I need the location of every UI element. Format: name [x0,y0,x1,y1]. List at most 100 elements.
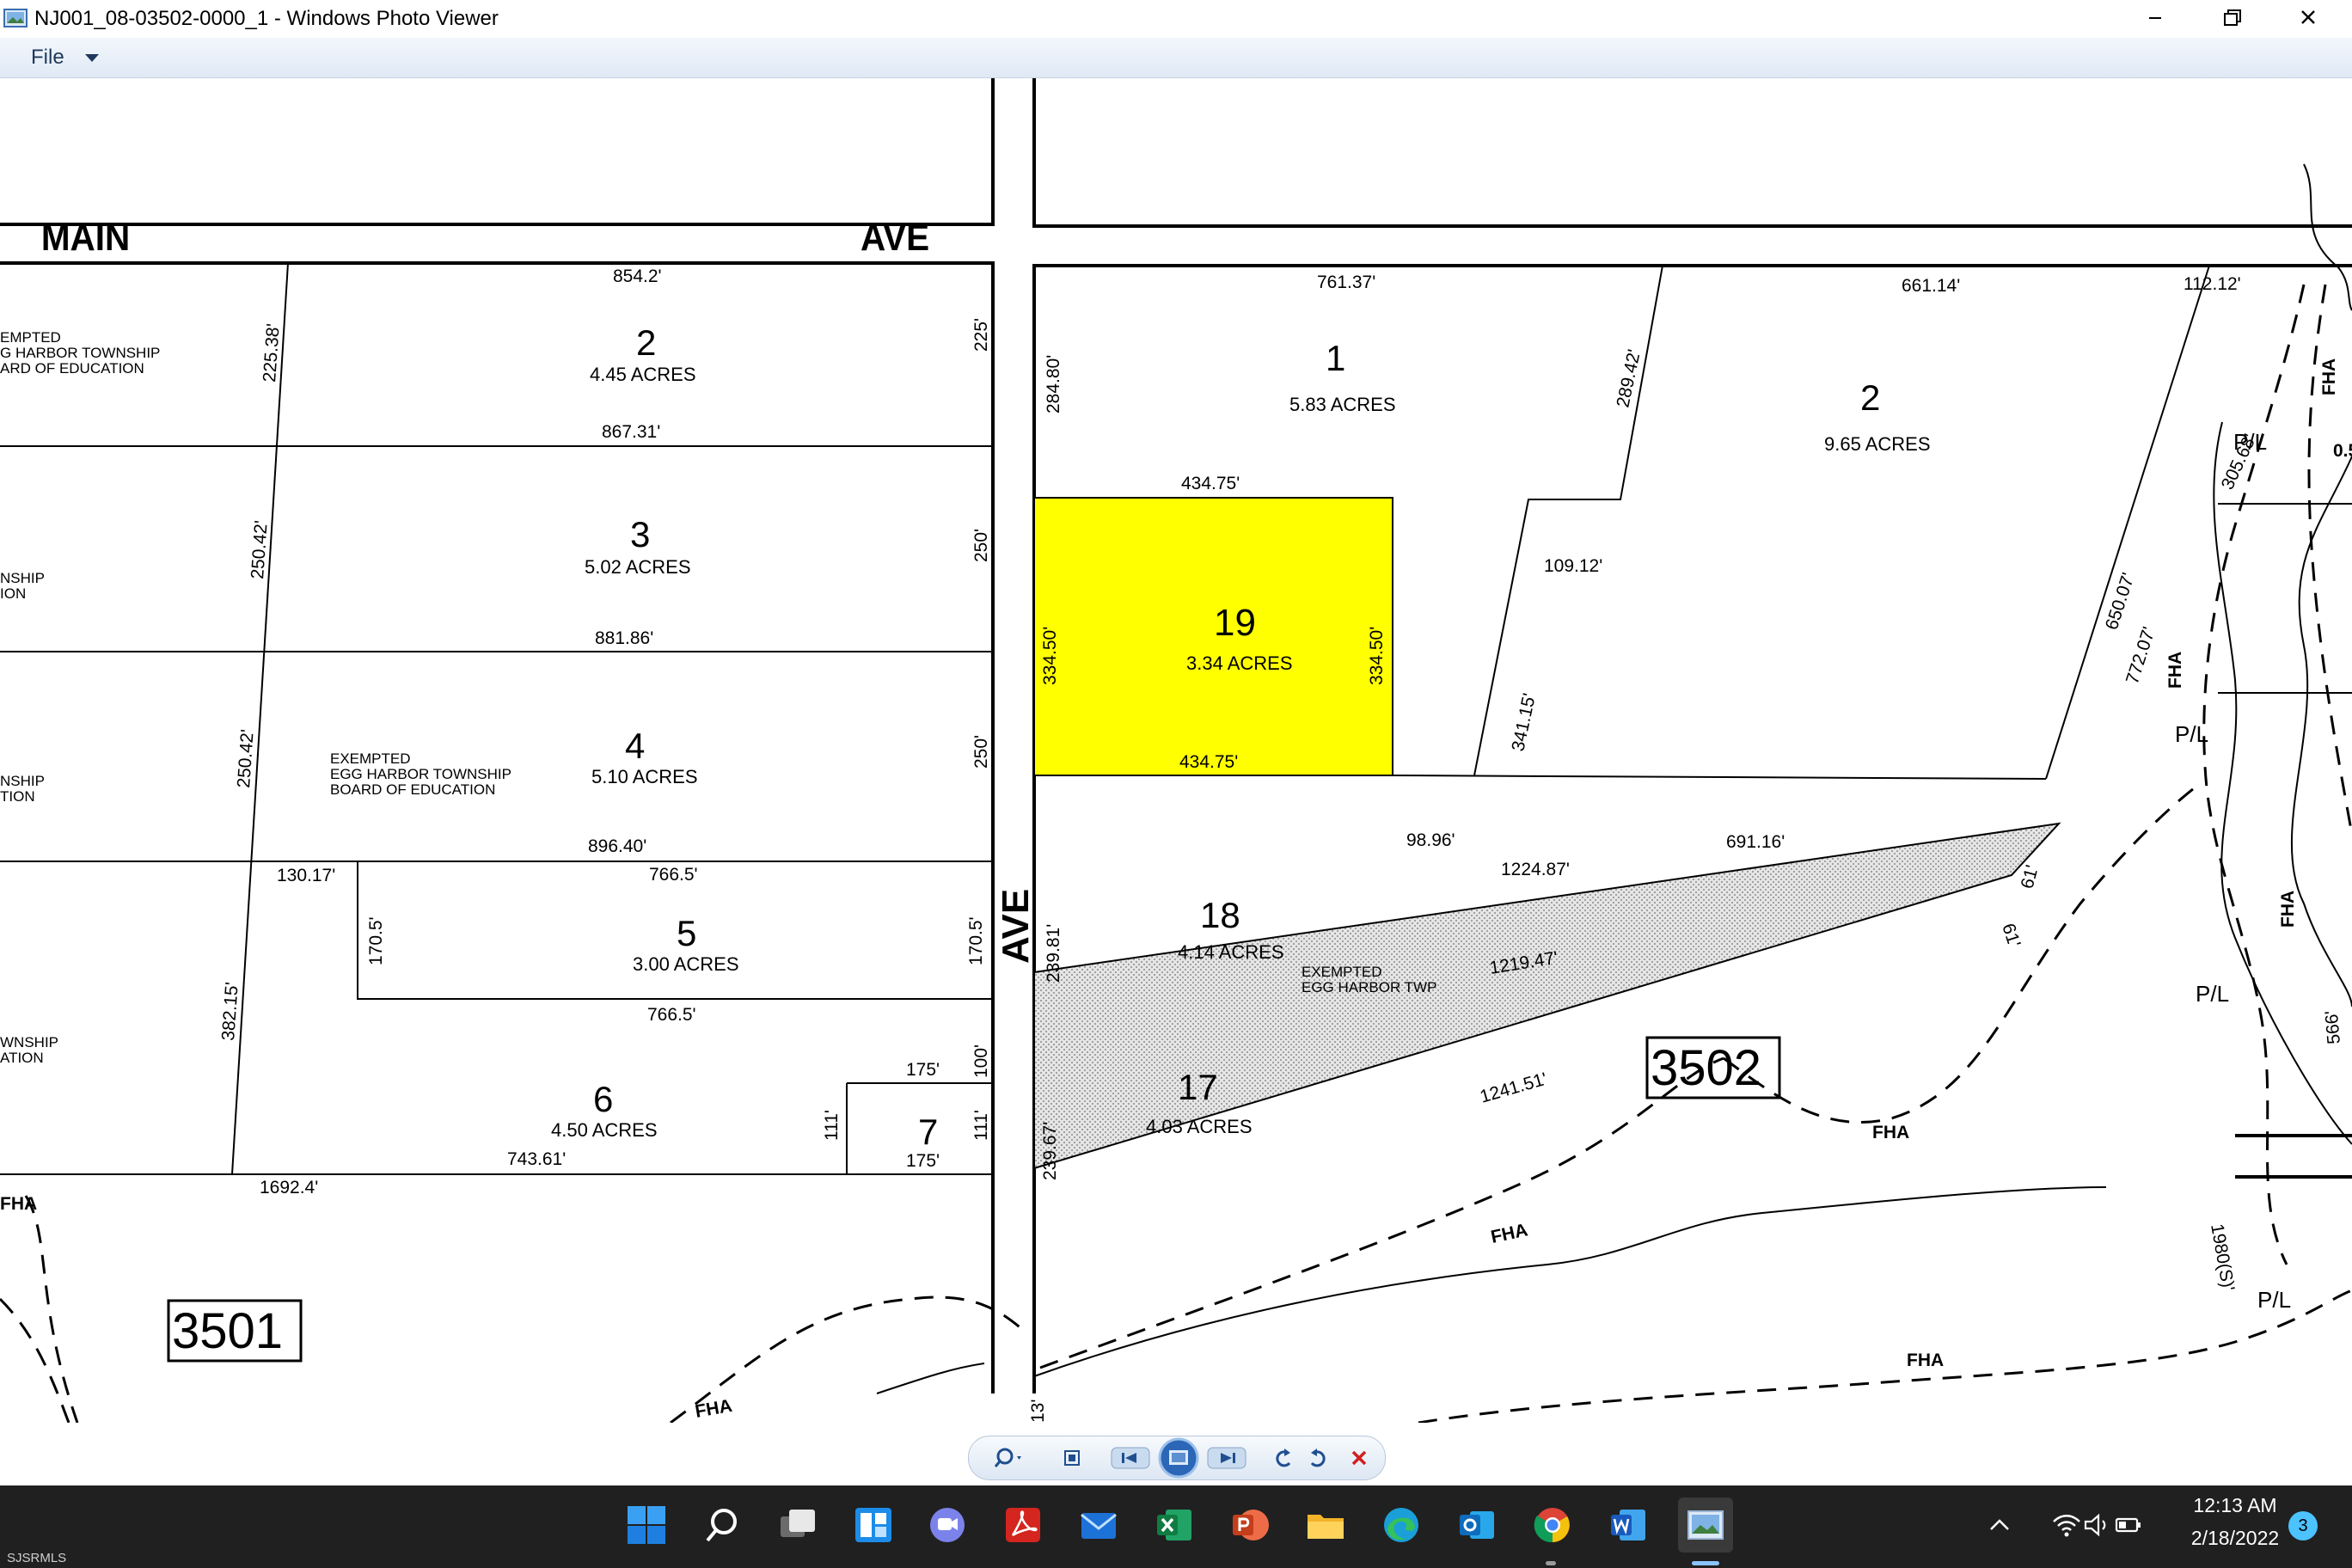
word-button[interactable] [1601,1498,1656,1553]
folder-icon [1308,1515,1344,1539]
clock-date: 2/18/2022 [2190,1527,2280,1549]
svg-text:61': 61' [2018,863,2043,891]
delete-button[interactable] [1342,1436,1376,1479]
edge-button[interactable] [1374,1498,1429,1553]
svg-text:130.17': 130.17' [277,866,335,885]
mail-button[interactable] [1071,1498,1126,1553]
rotate-ccw-icon [1276,1449,1291,1467]
svg-text:225.38': 225.38' [260,323,284,383]
svg-text:EXEMPTED: EXEMPTED [1302,964,1382,980]
svg-text:NSHIP: NSHIP [0,570,45,586]
svg-text:111': 111' [971,1110,991,1141]
lot-acres: 5.02 ACRES [585,556,691,578]
wifi-icon [2053,1515,2080,1537]
svg-text:170.5': 170.5' [366,916,386,965]
minimize-button[interactable] [2115,0,2192,38]
svg-text:250.42': 250.42' [248,520,272,580]
previous-button[interactable] [1103,1436,1156,1479]
teams-chat-button[interactable] [920,1498,975,1553]
svg-text:P/L: P/L [2175,721,2208,747]
lot-number: 2 [636,322,656,363]
task-view-button[interactable] [770,1498,825,1553]
svg-text:334.50': 334.50' [1040,627,1060,685]
svg-text:661.14': 661.14' [1902,276,1960,296]
svg-text:382.15': 382.15' [218,982,242,1042]
lot-acres: 5.83 ACRES [1289,394,1396,415]
quick-settings-button[interactable] [2037,1498,2158,1553]
lot-acres: 4.03 ACRES [1146,1116,1253,1137]
lot-acres: 3.00 ACRES [633,953,739,975]
svg-text:867.31': 867.31' [602,422,660,442]
svg-text:98.96': 98.96' [1406,830,1455,850]
task-view-icon [781,1510,815,1537]
menu-bar: File [0,38,2352,78]
lot-number: 1 [1326,338,1345,378]
next-icon [1207,1447,1246,1469]
battery-icon [2115,1517,2141,1533]
svg-text:0.5: 0.5 [2333,441,2352,461]
svg-text:13': 13' [1028,1400,1048,1423]
svg-text:P/L: P/L [2233,429,2267,455]
street-label-ave-side: AVE [995,889,1037,964]
svg-text:1980(S)': 1980(S)' [2207,1222,2238,1293]
outlook-button[interactable] [1449,1498,1504,1553]
notification-badge[interactable]: 3 [2288,1511,2318,1540]
chrome-button[interactable] [1525,1498,1580,1553]
taskbar-search-button[interactable] [695,1498,750,1553]
acrobat-button[interactable] [995,1498,1050,1553]
image-canvas[interactable]: MAIN AVE AVE 3501 3502 2 4.45 ACRES 3 5.… [0,78,2352,1423]
powerpoint-button[interactable] [1222,1498,1277,1553]
svg-text:61': 61' [1998,921,2024,949]
svg-text:854.2': 854.2' [613,266,662,286]
svg-text:239.81': 239.81' [1044,924,1063,983]
svg-text:434.75': 434.75' [1181,474,1240,493]
svg-text:ATION: ATION [0,1050,44,1066]
edge-icon [1384,1508,1418,1542]
powerpoint-icon [1233,1510,1269,1540]
running-app-indicator [1546,1561,1556,1565]
svg-text:250': 250' [971,735,991,769]
slideshow-icon [1158,1437,1199,1479]
next-button[interactable] [1201,1436,1254,1479]
svg-text:566': 566' [2322,1010,2344,1045]
show-hidden-icons-button[interactable] [1981,1498,2018,1553]
svg-text:ION: ION [0,585,26,602]
photo-viewer-taskbar-button[interactable] [1678,1498,1733,1553]
svg-text:175': 175' [906,1151,940,1171]
volume-icon [2084,1513,2106,1537]
svg-text:ARD OF EDUCATION: ARD OF EDUCATION [0,360,144,377]
rotate-clockwise-button[interactable] [1301,1436,1335,1479]
excel-button[interactable] [1147,1498,1202,1553]
chevron-down-icon [84,53,99,62]
block-label-3501: 3501 [172,1303,283,1359]
left-lot-lines [0,262,993,1175]
svg-text:239.67': 239.67' [1040,1122,1060,1180]
file-explorer-button[interactable] [1298,1498,1353,1553]
rotate-counterclockwise-button[interactable] [1266,1436,1301,1479]
lot-number-19: 19 [1214,602,1256,644]
widgets-button[interactable] [846,1498,901,1553]
svg-text:896.40': 896.40' [588,836,646,856]
zoom-button[interactable] [991,1436,1029,1479]
svg-text:FHA: FHA [1489,1220,1529,1246]
lot-acres: 4.50 ACRES [551,1119,658,1141]
viewer-controls [968,1436,1386,1480]
svg-text:109.12': 109.12' [1544,556,1602,576]
svg-text:1692.4': 1692.4' [260,1178,318,1197]
slideshow-button[interactable] [1156,1436,1201,1479]
svg-text:100': 100' [971,1044,991,1078]
close-button[interactable] [2269,0,2347,38]
actual-size-button[interactable] [1055,1436,1089,1479]
excel-icon [1157,1510,1191,1540]
restore-button[interactable] [2192,0,2269,38]
start-button[interactable] [619,1498,674,1553]
teams-chat-icon [930,1508,965,1542]
svg-text:EMPTED: EMPTED [0,329,61,346]
file-menu[interactable]: File [19,43,113,72]
windows-logo-icon [628,1506,665,1544]
svg-text:772.07': 772.07' [2122,625,2159,687]
word-icon [1611,1510,1645,1540]
mail-icon [1081,1513,1117,1539]
svg-text:284.80': 284.80' [1044,355,1063,413]
delete-icon [1351,1450,1367,1466]
